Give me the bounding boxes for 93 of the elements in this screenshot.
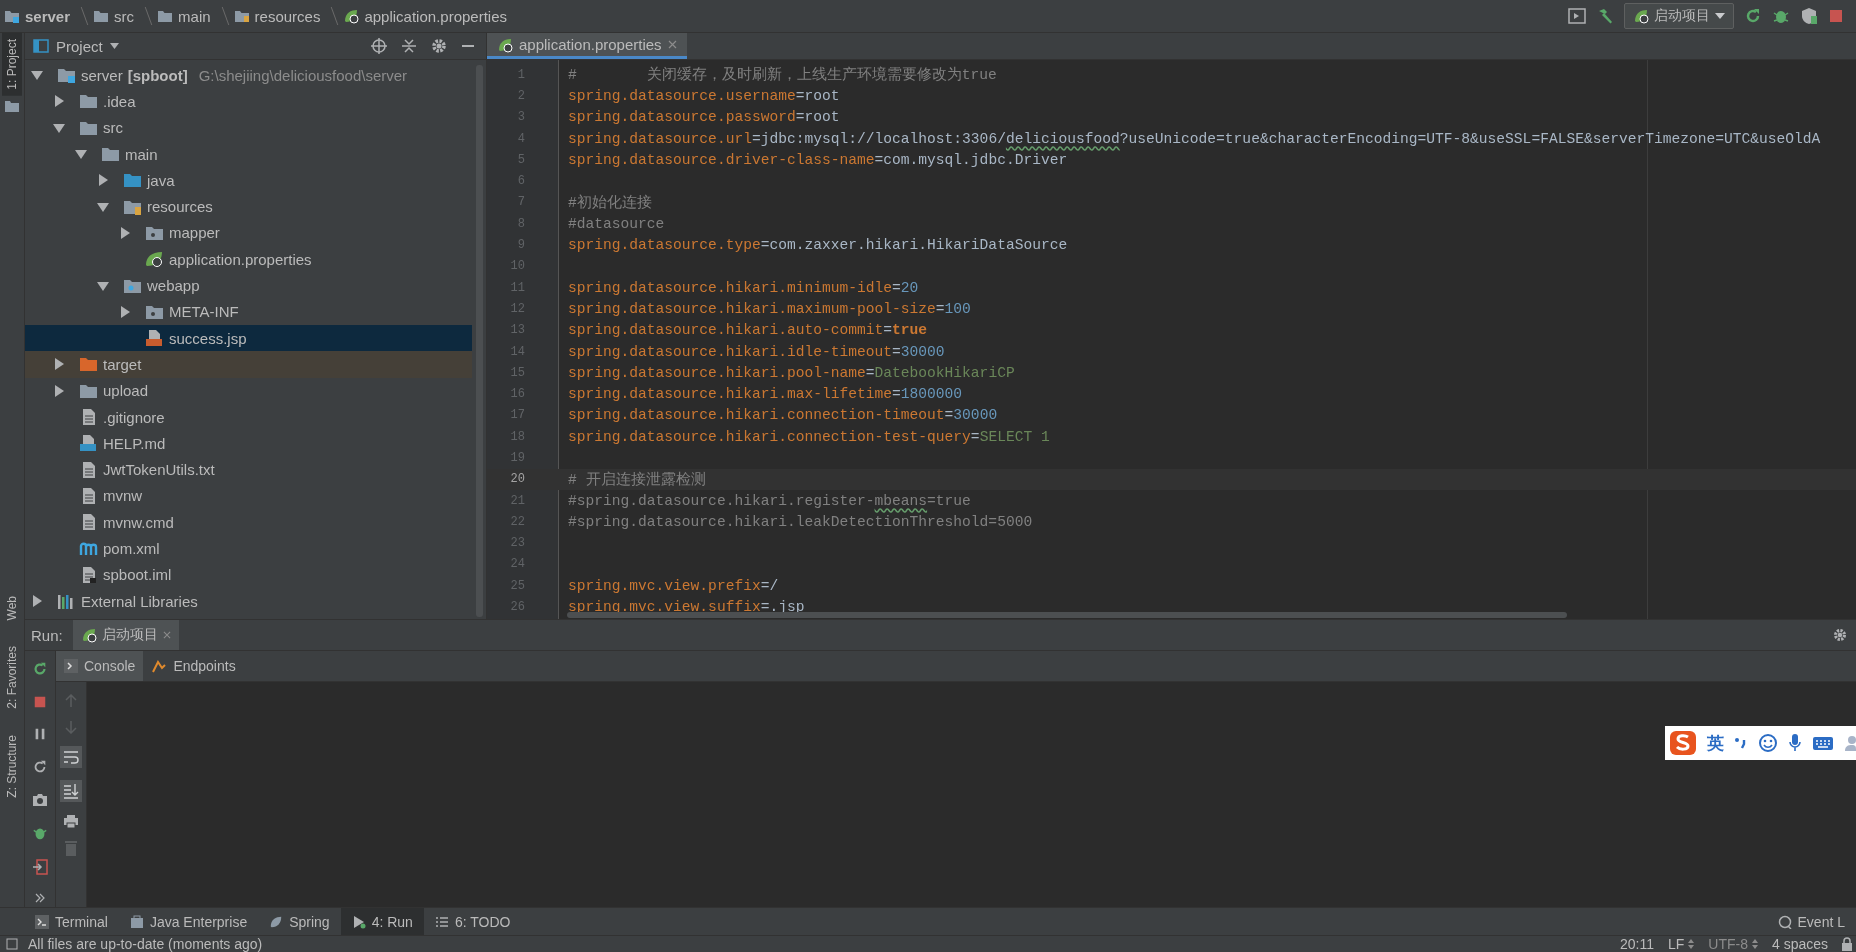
module-name: server [spboot] <box>81 66 188 84</box>
tree-item[interactable]: target <box>25 351 472 378</box>
tool-window-tab[interactable]: 4: Run <box>340 908 424 935</box>
tree-item[interactable]: .idea <box>25 88 472 115</box>
code-line: spring.datasource.password=root <box>568 109 840 126</box>
line-ending-selector[interactable]: LF <box>1667 936 1695 952</box>
tree-label: JwtTokenUtils.txt <box>103 461 215 479</box>
cursor-position[interactable]: 20:11 <box>1619 936 1654 952</box>
tree-item[interactable]: HELP.md <box>25 430 472 457</box>
code-line: # 关闭缓存，及时刷新，上线生产环境需要修改为true <box>568 65 997 85</box>
tree-item[interactable]: External Libraries <box>25 587 472 615</box>
tree-label: mvnw.cmd <box>103 513 174 531</box>
code-line: spring.datasource.driver-class-name=com.mysql.jdbc.Driver <box>568 151 1068 168</box>
tree-item[interactable]: mvnw <box>25 482 472 510</box>
code-line: spring.datasource.type=com.zaxxer.hikari.HikariDataSource <box>568 237 1068 253</box>
code-line: spring.datasource.hikari.connection-test-query=SELECT 1 <box>568 428 1050 445</box>
breadcrumb[interactable]: application.properties <box>343 7 507 25</box>
code-line: spring.datasource.hikari.maximum-pool-size=100 <box>568 300 971 317</box>
code-line: #datasource <box>568 215 665 232</box>
tree-item[interactable]: main <box>25 140 472 168</box>
tree-label: src <box>103 119 123 137</box>
tool-window-tab[interactable]: Java Enterprise <box>118 908 259 935</box>
tree-label: mapper <box>169 224 220 242</box>
tree-label: .gitignore <box>103 408 165 426</box>
code-line: spring.datasource.hikari.minimum-idle=20 <box>568 279 919 296</box>
tree-label: pom.xml <box>103 540 160 557</box>
tree-item[interactable]: application.properties <box>25 246 472 273</box>
tool-window-tab[interactable]: Spring <box>258 908 341 935</box>
tree-item[interactable]: mvnw.cmd <box>25 509 472 536</box>
tree-label: resources <box>147 198 213 216</box>
breadcrumb[interactable]: server <box>4 7 71 25</box>
tree-item[interactable]: META-INF <box>25 298 472 325</box>
tree-label: HELP.md <box>103 434 166 452</box>
code-line: spring.datasource.hikari.connection-timeout=30000 <box>568 407 998 424</box>
tree-label: upload <box>103 382 149 400</box>
tree-item[interactable]: resources <box>25 193 472 220</box>
tree-label: success.jsp <box>169 329 247 347</box>
tree-item[interactable]: spboot.iml <box>25 561 472 588</box>
ime-mode[interactable]: 英 <box>1707 731 1724 755</box>
tree-label: java <box>147 171 175 189</box>
side-tool-tab[interactable]: 2: Favorites <box>2 640 22 716</box>
indent-selector[interactable]: 4 spaces <box>1771 936 1828 952</box>
breadcrumb[interactable]: resources <box>233 7 321 25</box>
breadcrumb[interactable]: src <box>93 7 135 25</box>
tree-label: External Libraries <box>81 592 198 610</box>
tree-label: main <box>125 145 158 163</box>
code-line: spring.datasource.hikari.max-lifetime=1800000 <box>568 386 963 403</box>
ime-toolbar[interactable]: 英 <box>1665 726 1856 760</box>
tree-item[interactable]: success.jsp <box>25 324 472 352</box>
code-line: spring.mvc.view.prefix=/ <box>568 577 779 594</box>
tree-label: target <box>103 355 142 373</box>
tree-item[interactable]: webapp <box>25 272 472 299</box>
code-line: #初始化连接 <box>568 193 652 212</box>
project-view-dropdown[interactable]: Project <box>25 37 119 55</box>
code-line: #spring.datasource.hikari.leakDetectionThreshold=5000 <box>568 513 1033 530</box>
editor-tab[interactable]: application.properties <box>487 33 687 59</box>
tree-label: spboot.iml <box>103 566 172 584</box>
tree-label: mvnw <box>103 487 143 505</box>
side-tool-tab[interactable]: Z: Structure <box>2 729 22 804</box>
code-line: spring.datasource.hikari.auto-commit=true <box>568 322 928 339</box>
tree-item[interactable]: pom.xml <box>25 535 472 562</box>
module-path: G:\shejiing\deliciousfood\server <box>198 66 408 84</box>
event-log-tab[interactable]: Event L <box>1766 908 1856 935</box>
tree-item[interactable]: java <box>25 167 472 194</box>
tree-item[interactable]: server [spboot] G:\shejiing\deliciousfood\server <box>25 62 472 89</box>
line-number: 20 <box>509 472 525 487</box>
console-tab[interactable]: Console <box>56 651 144 681</box>
status-message: All files are up-to-date (moments ago) <box>28 936 263 952</box>
run-label: Run: <box>31 626 63 644</box>
code-line: #spring.datasource.hikari.register-mbeans=true <box>568 492 971 509</box>
code-line: spring.datasource.url=jdbc:mysql://localhost:3306/deliciousfood?useUnicode=true&characterEncoding=UTF-8&useSSL=FALSE&serverTimezone=UTC&useOldA <box>568 130 1821 147</box>
project-tool-tab[interactable]: 1: Project <box>2 33 22 96</box>
tree-item[interactable]: src <box>25 114 472 141</box>
tree-item[interactable]: mapper <box>25 219 472 247</box>
code-line: # 开启连接泄露检测 <box>568 470 706 489</box>
console-tab[interactable]: Endpoints <box>143 651 244 681</box>
code-line: spring.datasource.hikari.idle-timeout=30000 <box>568 343 945 360</box>
tree-item[interactable]: .gitignore <box>25 403 472 431</box>
tree-item[interactable]: JwtTokenUtils.txt <box>25 456 472 483</box>
side-tool-tab[interactable]: Web <box>2 590 22 627</box>
tree-label: webapp <box>147 277 200 294</box>
code-line: spring.datasource.hikari.pool-name=DatebookHikariCP <box>568 364 1015 381</box>
run-config-dropdown[interactable]: 启动项目 <box>1624 3 1734 29</box>
code-line: spring.datasource.username=root <box>568 87 840 104</box>
tree-item[interactable]: upload <box>25 377 472 404</box>
breadcrumb[interactable]: main <box>157 7 211 25</box>
run-tab[interactable]: 启动项目 <box>72 620 179 650</box>
encoding-selector[interactable]: UTF-8 <box>1708 936 1758 952</box>
tree-label: .idea <box>103 92 136 110</box>
tree-label: application.properties <box>169 250 312 268</box>
tool-window-tab[interactable]: Terminal <box>24 908 119 935</box>
tree-label: META-INF <box>169 303 239 321</box>
tool-window-tab[interactable]: 6: TODO <box>423 908 522 935</box>
